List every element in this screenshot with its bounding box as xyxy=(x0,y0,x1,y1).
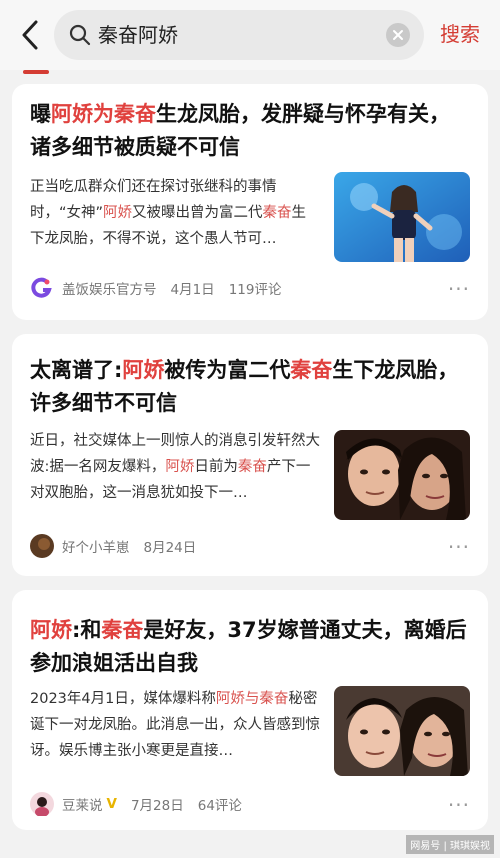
article-meta: 好个小羊崽 8月24日 xyxy=(30,534,210,558)
search-button[interactable]: 搜索 xyxy=(440,20,480,48)
verified-badge: V xyxy=(106,796,117,812)
article-thumbnail xyxy=(334,686,470,776)
article-thumbnail xyxy=(334,172,470,262)
article-snippet: 近日，社交媒体上一则惊人的消息引发轩然大波:据一名网友爆料，阿娇日前为秦奋产下一… xyxy=(30,433,320,501)
article-snippet: 正当吃瓜群众们还在探讨张继科的事情时，“女神”阿娇又被曝出曾为富二代秦奋生下龙凤… xyxy=(30,179,307,247)
more-icon[interactable]: ··· xyxy=(448,279,470,299)
more-icon[interactable]: ··· xyxy=(448,537,470,557)
source-avatar xyxy=(30,534,54,558)
search-input[interactable]: 秦奋阿娇 xyxy=(54,10,424,60)
article-snippet: 2023年4月1日，媒体爆料称阿娇与秦奋秘密诞下一对龙凤胎。此消息一出，众人皆感… xyxy=(30,691,320,759)
search-icon xyxy=(68,23,92,47)
top-search-bar: 秦奋阿娇 搜索 xyxy=(0,0,500,70)
source-name: 盖饭娱乐官方号 xyxy=(62,282,157,298)
watermark: 网易号 | 琪琪娱视 xyxy=(406,835,494,854)
search-query: 秦奋阿娇 xyxy=(98,23,178,47)
more-icon[interactable]: ··· xyxy=(448,795,470,815)
source-name: 豆莱说 xyxy=(62,798,103,814)
source-name: 好个小羊崽 xyxy=(62,540,130,556)
clear-icon[interactable] xyxy=(386,23,410,47)
source-avatar xyxy=(30,276,54,300)
publish-date: 8月24日 xyxy=(143,540,197,556)
source-avatar xyxy=(30,792,54,817)
article-card[interactable]: 阿娇:和秦奋是好友，37岁嫁普通丈夫，离婚后参加浪姐活出自我 2023年4月1日… xyxy=(12,590,488,830)
comment-count: 64评论 xyxy=(197,798,242,814)
comment-count: 119评论 xyxy=(228,282,282,298)
article-title: 阿娇:和秦奋是好友，37岁嫁普通丈夫，离婚后参加浪姐活出自我 xyxy=(30,618,467,675)
article-thumbnail xyxy=(334,430,470,520)
article-card[interactable]: 曝阿娇为秦奋生龙凤胎，发胖疑与怀孕有关，诸多细节被质疑不可信 正当吃瓜群众们还在… xyxy=(12,84,488,320)
publish-date: 4月1日 xyxy=(170,282,215,298)
back-arrow-icon[interactable] xyxy=(16,18,46,52)
article-meta: 盖饭娱乐官方号 4月1日 119评论 xyxy=(30,276,295,300)
publish-date: 7月28日 xyxy=(130,798,184,814)
article-title: 太离谱了:阿娇被传为富二代秦奋生下龙凤胎，许多细节不可信 xyxy=(30,358,459,415)
article-title: 曝阿娇为秦奋生龙凤胎，发胖疑与怀孕有关，诸多细节被质疑不可信 xyxy=(30,102,450,159)
article-meta: 豆莱说 V 7月28日 64评论 xyxy=(30,792,256,817)
article-card[interactable]: 太离谱了:阿娇被传为富二代秦奋生下龙凤胎，许多细节不可信 近日，社交媒体上一则惊… xyxy=(12,334,488,576)
active-tab-indicator xyxy=(23,70,49,74)
